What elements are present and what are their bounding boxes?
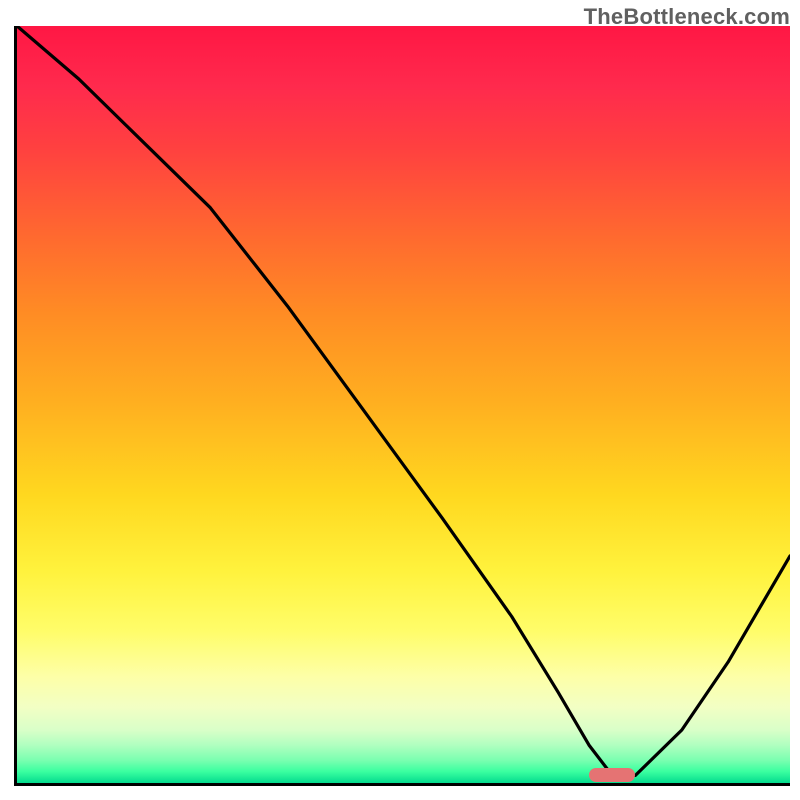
plot-area: [14, 26, 790, 786]
chart-canvas: TheBottleneck.com: [0, 0, 800, 800]
bottleneck-curve: [17, 26, 790, 775]
curve-layer: [17, 26, 790, 783]
optimal-range-marker: [589, 768, 635, 782]
